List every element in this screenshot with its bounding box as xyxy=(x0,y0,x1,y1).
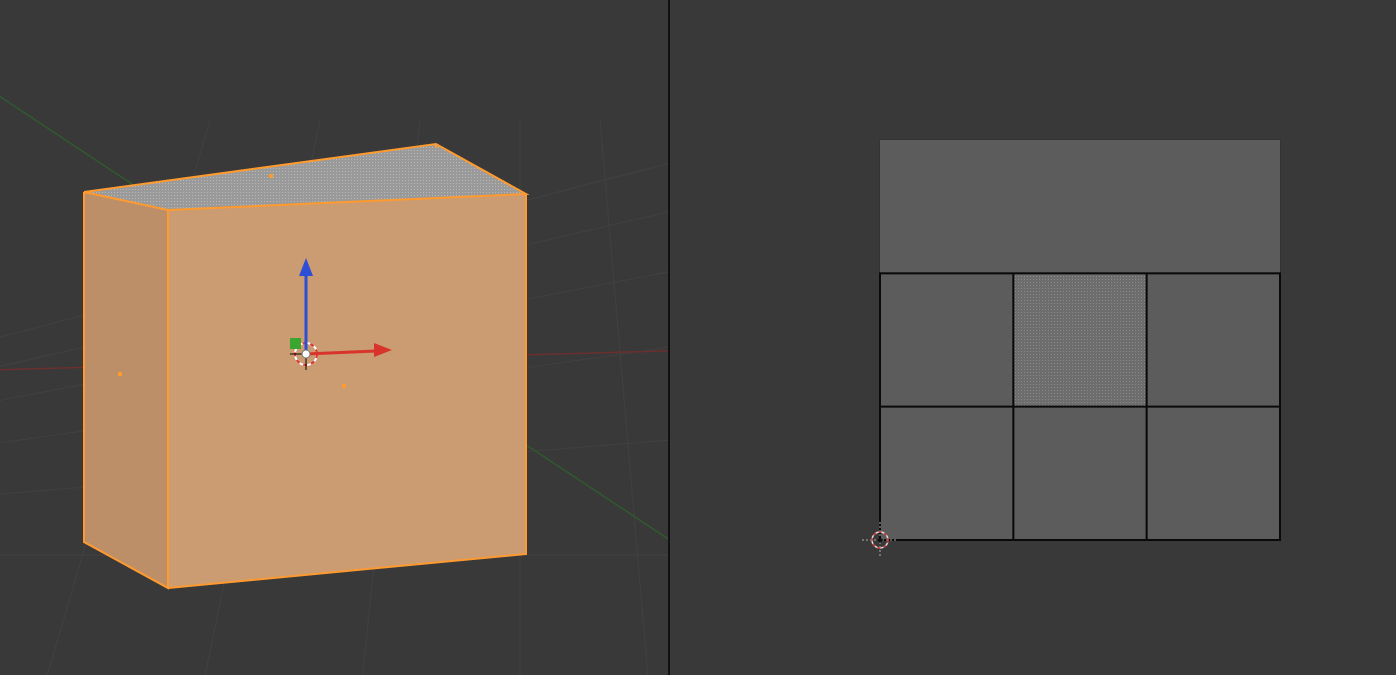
uv-face-bot-left[interactable] xyxy=(880,407,1013,540)
uv-face-mid-left[interactable] xyxy=(880,273,1013,406)
uv-face-mid-center[interactable] xyxy=(1013,273,1146,406)
gizmo-axis-y[interactable] xyxy=(290,338,301,349)
uv-editor[interactable] xyxy=(670,0,1396,675)
cube-mesh[interactable] xyxy=(84,144,526,588)
cube-face-left[interactable] xyxy=(84,192,168,588)
gizmo-origin[interactable] xyxy=(302,350,310,358)
viewport-3d-canvas[interactable] xyxy=(0,0,668,675)
uv-face-top-row[interactable] xyxy=(880,140,1280,273)
cube-face-front[interactable] xyxy=(168,194,526,588)
uv-editor-canvas[interactable] xyxy=(670,0,1396,675)
viewport-3d[interactable] xyxy=(0,0,668,675)
uv-face-bot-right[interactable] xyxy=(1147,407,1280,540)
uv-face-mid-right[interactable] xyxy=(1147,273,1280,406)
uv-face-bot-center[interactable] xyxy=(1013,407,1146,540)
blender-workspace xyxy=(0,0,1396,675)
uv-faces[interactable] xyxy=(880,140,1280,540)
